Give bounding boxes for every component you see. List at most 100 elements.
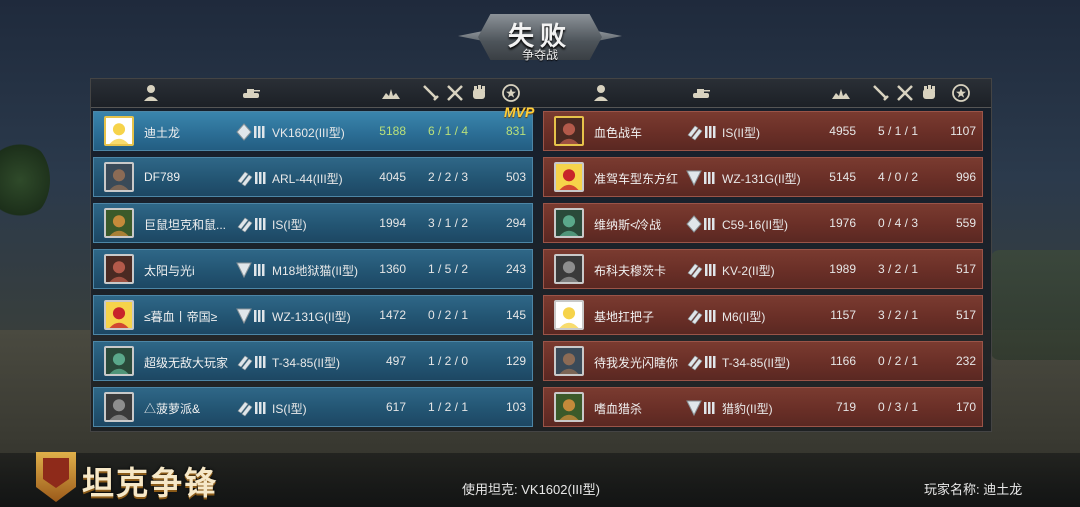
player-avatar[interactable]	[554, 254, 584, 284]
rank-chevron-icon	[686, 307, 718, 325]
kda-value: 5 / 1 / 1	[877, 124, 919, 138]
kda-value: 0 / 3 / 1	[877, 400, 919, 414]
score-value: 129	[505, 354, 526, 368]
rank-chevron-icon	[236, 169, 268, 187]
table-row[interactable]: 巨鼠坦克和鼠... IS(I型) 1994 3 / 1 / 2 294	[93, 203, 533, 243]
tank-name: WZ-131G(II型)	[272, 310, 351, 324]
score-value: 517	[955, 262, 976, 276]
table-row[interactable]: 嗜血猎杀 猎豹(II型) 719 0 / 3 / 1 170	[543, 387, 983, 427]
player-avatar[interactable]	[104, 346, 134, 376]
damage-value: 1976	[829, 216, 856, 230]
player-name: DF789	[144, 170, 181, 184]
tank-name: M18地狱猫(II型)	[272, 264, 359, 278]
scoreboard-header	[91, 79, 991, 108]
player-name: 巨鼠坦克和鼠...	[144, 218, 227, 232]
table-row[interactable]: △菠萝派& IS(I型) 617 1 / 2 / 1 103	[93, 387, 533, 427]
player-avatar[interactable]	[554, 300, 584, 330]
damage-value: 1360	[379, 262, 406, 276]
tank-name: 猎豹(II型)	[722, 402, 773, 416]
player-avatar[interactable]	[104, 300, 134, 330]
kda-value: 6 / 1 / 4	[427, 124, 469, 138]
player-name: 基地扛把子	[594, 310, 655, 324]
game-logo: 坦克争锋	[36, 452, 266, 504]
table-row[interactable]: 维纳斯≮冷战 C59-16(II型) 1976 0 / 4 / 3 559	[543, 203, 983, 243]
damage-value: 1157	[830, 308, 856, 322]
table-row[interactable]: ≤暮血丨帝国≥ WZ-131G(II型) 1472 0 / 2 / 1 145	[93, 295, 533, 335]
table-row[interactable]: 超级无敌大玩家 T-34-85(II型) 497 1 / 2 / 0 129	[93, 341, 533, 381]
player-name: 布科夫穆茨卡	[594, 264, 667, 278]
player-avatar[interactable]	[554, 116, 584, 146]
kda-value: 1 / 5 / 2	[427, 262, 469, 276]
kda-value: 0 / 2 / 1	[877, 354, 919, 368]
table-row[interactable]: 基地扛把子 M6(II型) 1157 3 / 2 / 1 517	[543, 295, 983, 335]
player-avatar[interactable]	[104, 162, 134, 192]
player-name-label: 玩家名称: 迪土龙	[924, 482, 1023, 497]
kda-value: 0 / 2 / 1	[427, 308, 469, 322]
table-row[interactable]: 布科夫穆茨卡 KV-2(II型) 1989 3 / 2 / 1 517	[543, 249, 983, 289]
result-banner: 失败 争夺战	[458, 6, 622, 68]
score-value: 232	[955, 354, 976, 368]
tank-icon	[691, 83, 711, 103]
damage-value: 1989	[829, 262, 856, 276]
player-name: ≤暮血丨帝国≥	[144, 310, 218, 324]
player-icon	[591, 83, 611, 103]
table-row[interactable]: 太阳与光i M18地狱猫(II型) 1360 1 / 5 / 2 243	[93, 249, 533, 289]
player-avatar[interactable]	[104, 116, 134, 146]
table-row[interactable]: 血色战车 IS(II型) 4955 5 / 1 / 1 1107	[543, 111, 983, 151]
tank-name: WZ-131G(II型)	[722, 172, 801, 186]
score-icon	[951, 83, 971, 103]
tank-name: T-34-85(II型)	[272, 356, 341, 370]
background-tree	[0, 140, 50, 220]
damage-icon	[381, 83, 401, 103]
kda-value: 1 / 2 / 1	[427, 400, 469, 414]
tank-name: IS(II型)	[722, 126, 760, 140]
score-value: 996	[955, 170, 976, 184]
rank-chevron-icon	[686, 261, 718, 279]
table-row[interactable]: 待我发光闪瞎你 T-34-85(II型) 1166 0 / 2 / 1 232	[543, 341, 983, 381]
player-name: 维纳斯≮冷战	[594, 218, 662, 232]
player-icon	[141, 83, 161, 103]
damage-value: 5145	[829, 170, 856, 184]
player-avatar[interactable]	[554, 392, 584, 422]
kda-value: 1 / 2 / 0	[427, 354, 469, 368]
table-row[interactable]: DF789 ARL-44(III型) 4045 2 / 2 / 3 503	[93, 157, 533, 197]
rank-chevron-icon	[236, 215, 268, 233]
logo-text: 坦克争锋	[82, 465, 219, 501]
kill-icon	[871, 83, 891, 103]
tank-name: IS(I型)	[272, 218, 307, 232]
tank-name: KV-2(II型)	[722, 264, 775, 278]
background-tank	[990, 250, 1080, 360]
tank-name: T-34-85(II型)	[722, 356, 791, 370]
player-avatar[interactable]	[104, 392, 134, 422]
tank-icon	[241, 83, 261, 103]
score-value: 170	[955, 400, 976, 414]
death-icon	[445, 83, 465, 103]
tank-name: IS(I型)	[272, 402, 307, 416]
player-name: 待我发光闪瞎你	[594, 356, 679, 370]
player-avatar[interactable]	[104, 254, 134, 284]
score-value: 294	[505, 216, 526, 230]
kill-icon	[421, 83, 441, 103]
player-avatar[interactable]	[554, 162, 584, 192]
damage-value: 1472	[379, 308, 406, 322]
tank-name: M6(II型)	[722, 310, 766, 324]
damage-value: 1166	[830, 354, 856, 368]
tank-name: C59-16(II型)	[722, 218, 789, 232]
damage-value: 4045	[379, 170, 406, 184]
player-avatar[interactable]	[554, 346, 584, 376]
player-name: 超级无敌大玩家	[144, 356, 229, 370]
kda-value: 0 / 4 / 3	[877, 216, 919, 230]
score-value: 1107	[950, 124, 976, 138]
table-row[interactable]: 迪土龙 VK1602(III型) 5188 6 / 1 / 4 831	[93, 111, 533, 151]
rank-triangle-icon	[686, 169, 718, 187]
score-value: 559	[955, 216, 976, 230]
player-avatar[interactable]	[554, 208, 584, 238]
rank-diamond-icon	[236, 123, 268, 141]
assist-icon	[469, 83, 489, 103]
kda-value: 2 / 2 / 3	[427, 170, 469, 184]
damage-value: 497	[385, 354, 406, 368]
player-name: 血色战车	[594, 126, 643, 140]
kda-value: 3 / 1 / 2	[427, 216, 469, 230]
player-avatar[interactable]	[104, 208, 134, 238]
table-row[interactable]: 准驾车型东方红 WZ-131G(II型) 5145 4 / 0 / 2 996	[543, 157, 983, 197]
